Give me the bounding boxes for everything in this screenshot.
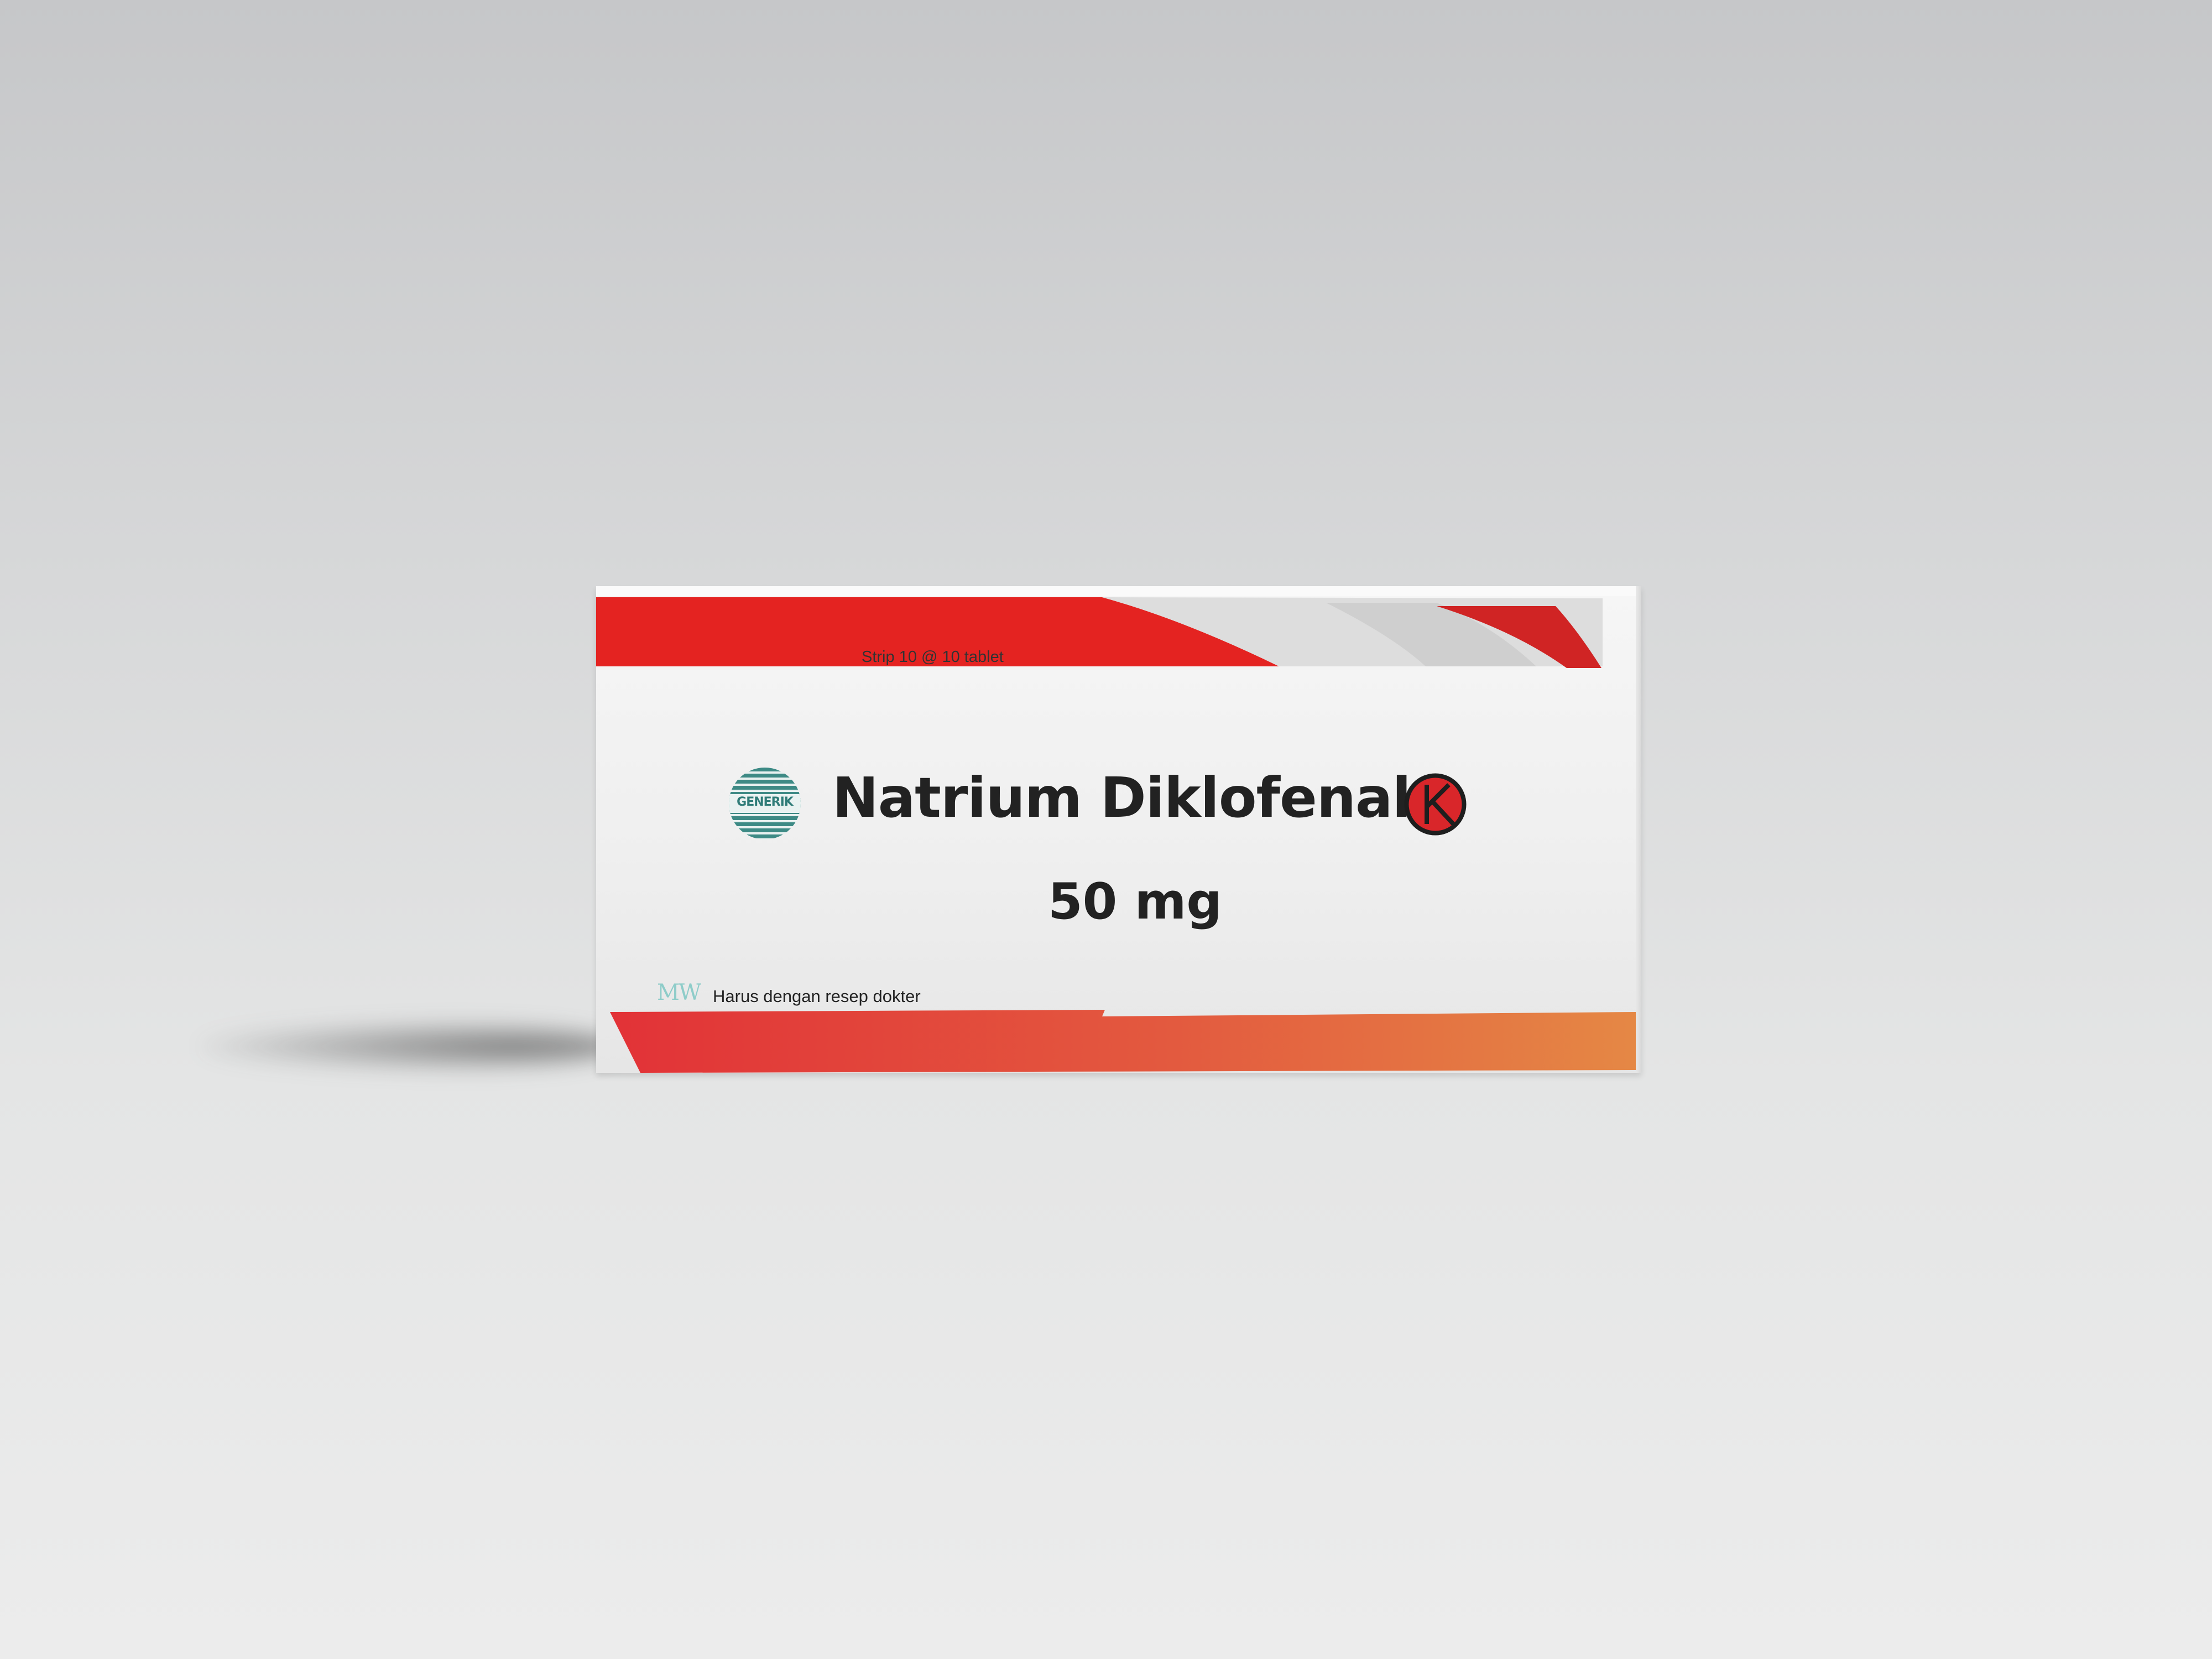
prescription-note: Harus dengan resep dokter bbox=[713, 987, 921, 1006]
mw-logo-text: MW bbox=[657, 980, 701, 1005]
product-scene: Strip 10 @ 10 tablet GENERIK Natrium Dik… bbox=[0, 0, 2212, 1659]
hard-drug-k-icon bbox=[1404, 773, 1467, 836]
pack-size-label: Strip 10 @ 10 tablet bbox=[862, 648, 1004, 666]
mw-logo-icon: MW bbox=[657, 980, 702, 1005]
generik-logo-text: GENERIK bbox=[737, 795, 794, 809]
product-name: Natrium Diklofenak bbox=[832, 765, 1429, 830]
box-shadow bbox=[199, 1020, 619, 1073]
generik-logo-icon: GENERIK bbox=[729, 768, 801, 839]
bottom-band bbox=[610, 1010, 1639, 1073]
strength-label: 50 mg bbox=[1048, 873, 1222, 931]
box-right-edge bbox=[1636, 586, 1641, 1073]
